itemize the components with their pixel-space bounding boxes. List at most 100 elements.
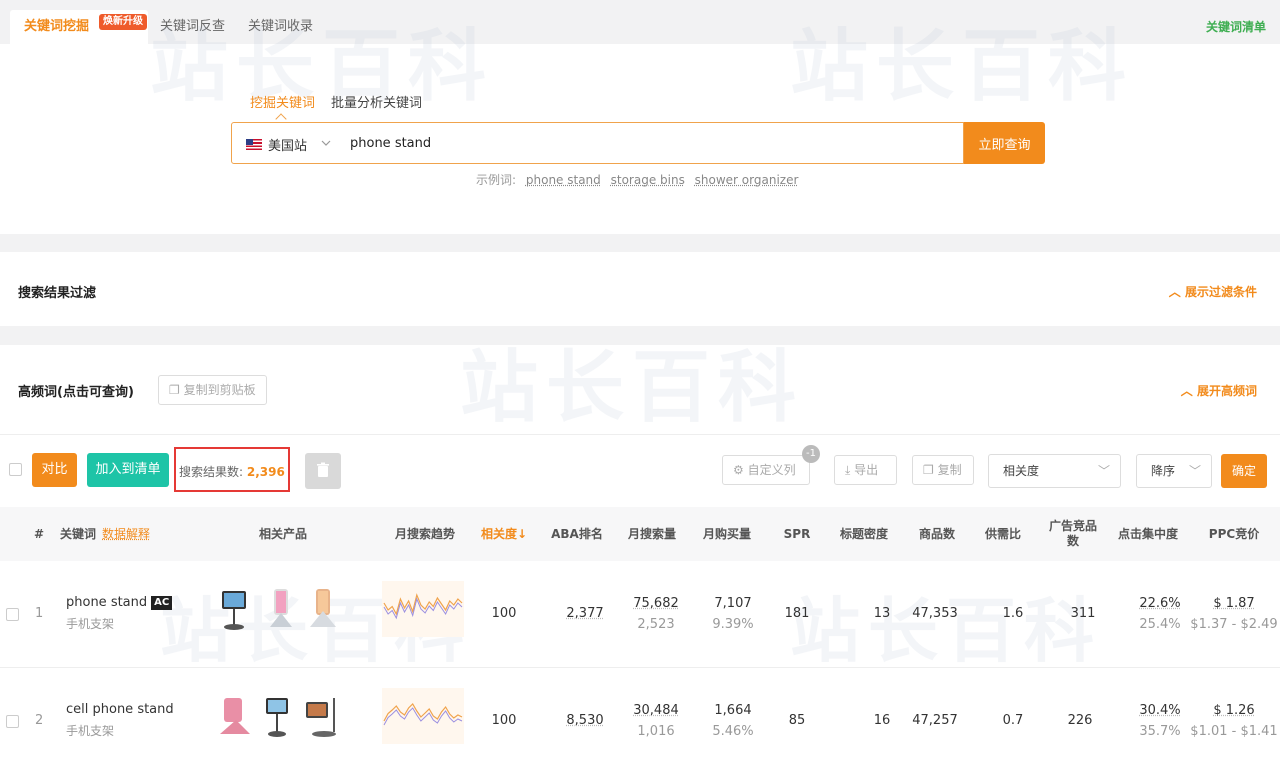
search-box: 美国站 — [231, 122, 964, 164]
purchase-rate-value: 5.46% — [701, 724, 765, 739]
sort-order-select[interactable]: 降序 ﹀ — [1136, 454, 1212, 488]
subtab-mine-keywords[interactable]: 挖掘关键词 — [250, 92, 315, 111]
keyword-link[interactable]: phone stand — [66, 595, 147, 610]
col-spr[interactable]: SPR — [770, 507, 824, 561]
example-link[interactable]: shower organizer — [695, 173, 799, 187]
click-concentration-value[interactable]: 30.4% — [1122, 703, 1198, 718]
col-ppc[interactable]: PPC竞价 — [1196, 507, 1272, 561]
aba-rank-value[interactable]: 8,530 — [553, 713, 617, 728]
select-all-checkbox[interactable] — [9, 463, 22, 476]
monthly-searches-value[interactable]: 30,484 — [624, 703, 688, 718]
ppc-value[interactable]: $ 1.26 — [1196, 703, 1272, 718]
result-count-label: 搜索结果数: — [179, 465, 243, 479]
supply-ratio-value: 1.6 — [987, 606, 1039, 621]
col-aba[interactable]: ABA排名 — [545, 507, 609, 561]
expand-high-freq-toggle[interactable]: ︿ 展开高频词 — [1181, 382, 1257, 399]
daily-searches-value: 1,016 — [624, 724, 688, 739]
monthly-searches-value[interactable]: 75,682 — [624, 596, 688, 611]
col-searches[interactable]: 月搜索量 — [620, 507, 684, 561]
export-button[interactable]: ⤓ 导出 — [834, 455, 897, 485]
row-checkbox[interactable] — [6, 608, 19, 621]
monthly-purchases-value: 1,664 — [701, 703, 765, 718]
keyword-cell: phone stand AC — [66, 595, 172, 610]
top-tab-bar: 关键词挖掘 焕新升级 关键词反查 关键词收录 关键词清单 — [0, 0, 1280, 44]
spr-value: 181 — [770, 606, 824, 621]
col-relevance[interactable]: 相关度↓ — [472, 507, 536, 561]
purchase-rate-value: 9.39% — [701, 617, 765, 632]
ppc-range: $1.01 - $1.41 — [1190, 724, 1278, 739]
show-filter-toggle[interactable]: ︿ 展示过滤条件 — [1169, 283, 1257, 300]
keyword-translation: 手机支架 — [66, 615, 114, 632]
table-row[interactable]: 2 cell phone stand 手机支架 100 8,530 30,484… — [0, 668, 1280, 764]
product-image[interactable] — [262, 587, 300, 631]
copy-to-clipboard-button[interactable]: ❐ 复制到剪贴板 — [158, 375, 267, 405]
site-select-label[interactable]: 美国站 — [268, 135, 307, 154]
col-products: 相关产品 — [213, 507, 353, 561]
chevron-up-icon: ︿ — [1169, 285, 1181, 299]
ad-products-value: 226 — [1055, 713, 1105, 728]
relevance-value: 100 — [472, 606, 536, 621]
watermark: 站长百科 — [460, 325, 804, 437]
watermark: 站长百科 — [790, 575, 1102, 676]
keyword-list-link[interactable]: 关键词清单 — [1206, 18, 1266, 35]
export-label: 导出 — [854, 463, 878, 477]
col-click-concentration[interactable]: 点击集中度 — [1110, 507, 1186, 561]
ppc-range: $1.37 - $2.49 — [1190, 617, 1278, 632]
col-keyword: 关键词 数据解释 — [60, 507, 190, 561]
col-product-count[interactable]: 商品数 — [905, 507, 969, 561]
gear-icon: ⚙ — [733, 463, 744, 477]
copy-button[interactable]: ❐ 复制 — [912, 455, 974, 485]
product-count-value: 47,353 — [903, 606, 967, 621]
product-image[interactable] — [304, 694, 342, 738]
chevron-down-icon: ﹀ — [1098, 455, 1110, 487]
search-input[interactable] — [350, 123, 950, 163]
col-purchases[interactable]: 月购买量 — [695, 507, 759, 561]
product-image[interactable] — [262, 694, 300, 738]
subtab-batch-analyze[interactable]: 批量分析关键词 — [331, 92, 422, 111]
chevron-down-icon[interactable] — [320, 133, 332, 156]
product-image[interactable] — [216, 587, 254, 631]
filter-title: 搜索结果过滤 — [18, 282, 96, 301]
row-checkbox[interactable] — [6, 715, 19, 728]
confirm-button[interactable]: 确定 — [1221, 454, 1267, 488]
keyword-link[interactable]: cell phone stand — [66, 702, 174, 717]
click-concentration-sub: 25.4% — [1122, 617, 1198, 632]
download-icon: ⤓ — [845, 463, 850, 477]
example-link[interactable]: phone stand — [526, 173, 601, 187]
search-button[interactable]: 立即查询 — [964, 122, 1045, 164]
filter-panel: 搜索结果过滤 ︿ 展示过滤条件 — [0, 252, 1280, 326]
tab-keyword-reverse[interactable]: 关键词反查 — [160, 10, 225, 44]
click-concentration-sub: 35.7% — [1122, 724, 1198, 739]
example-link[interactable]: storage bins — [611, 173, 685, 187]
tab-keyword-mining[interactable]: 关键词挖掘 焕新升级 — [10, 10, 148, 44]
col-supply-ratio[interactable]: 供需比 — [977, 507, 1029, 561]
tab-keyword-indexed[interactable]: 关键词收录 — [248, 10, 313, 44]
daily-searches-value: 2,523 — [624, 617, 688, 632]
expand-high-freq-label: 展开高频词 — [1197, 384, 1257, 398]
data-explain-link[interactable]: 数据解释 — [102, 527, 150, 542]
chevron-up-icon: ︿ — [1181, 384, 1193, 398]
divider — [0, 434, 1280, 435]
search-panel: 站长百科 站长百科 挖掘关键词 批量分析关键词 美国站 立即查询 示例词: ph… — [0, 44, 1280, 234]
show-filter-label: 展示过滤条件 — [1185, 285, 1257, 299]
add-to-list-button[interactable]: 加入到清单 — [87, 453, 169, 487]
col-ad-products[interactable]: 广告竞品数 — [1048, 507, 1098, 561]
col-trend: 月搜索趋势 — [380, 507, 470, 561]
table-header: # 关键词 数据解释 相关产品 月搜索趋势 相关度↓ ABA排名 月搜索量 月购… — [0, 507, 1280, 561]
sort-field-select[interactable]: 相关度 ﹀ — [988, 454, 1121, 488]
ppc-value[interactable]: $ 1.87 — [1196, 596, 1272, 611]
aba-rank-value[interactable]: 2,377 — [553, 606, 617, 621]
tab-keyword-mining-label: 关键词挖掘 — [24, 19, 89, 34]
monthly-purchases-value: 7,107 — [701, 596, 765, 611]
compare-button[interactable]: 对比 — [32, 453, 77, 487]
trash-icon[interactable] — [305, 453, 341, 489]
keyword-translation: 手机支架 — [66, 722, 114, 739]
table-row[interactable]: 站长百科 站长百科 1 phone stand AC 手机支架 100 2,377… — [0, 561, 1280, 668]
click-concentration-value[interactable]: 22.6% — [1122, 596, 1198, 611]
copy-icon: ❐ — [923, 463, 934, 477]
custom-columns-button[interactable]: ⚙ 自定义列 — [722, 455, 810, 485]
col-title-density[interactable]: 标题密度 — [832, 507, 896, 561]
product-image[interactable] — [216, 694, 254, 738]
product-image[interactable] — [304, 587, 342, 631]
results-panel: 站长百科 高频词(点击可查询) ❐ 复制到剪贴板 ︿ 展开高频词 对比 加入到清… — [0, 345, 1280, 764]
